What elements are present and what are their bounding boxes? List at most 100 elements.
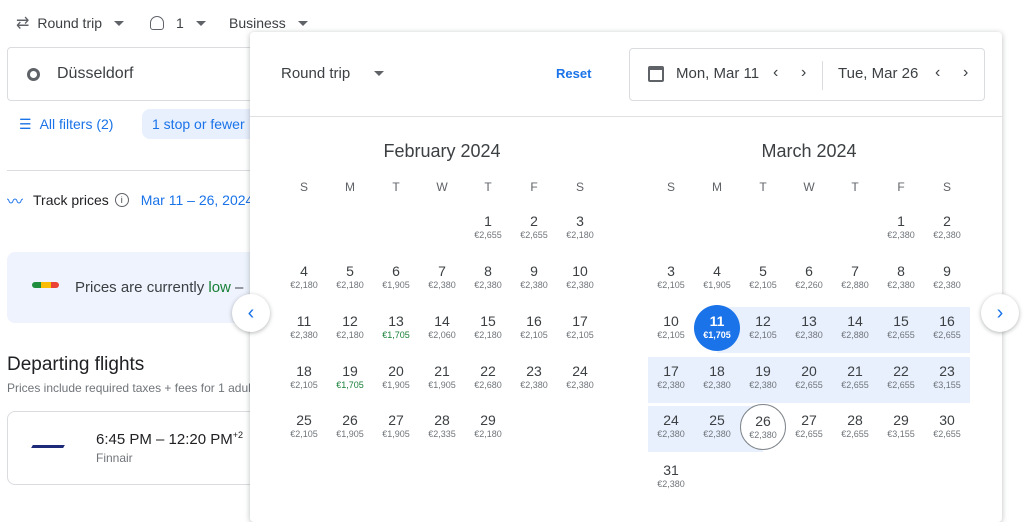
chevron-left-icon: ‹ — [247, 301, 255, 324]
calendar-day[interactable]: 14 €2,060 — [419, 305, 465, 351]
calendar-day[interactable]: 18 €2,105 — [281, 355, 327, 401]
calendar-day[interactable]: 9 €2,380 — [511, 255, 557, 301]
calendar-day[interactable]: 8 €2,380 — [878, 255, 924, 301]
day-number: 13 — [801, 313, 817, 329]
calendar-day[interactable]: 24 €2,380 — [557, 355, 603, 401]
flight-times: 6:45 PM – 12:20 PM+2 — [96, 430, 243, 448]
return-date-input[interactable]: Tue, Mar 26 — [838, 65, 918, 82]
calendar-day[interactable]: 18 €2,380 — [694, 355, 740, 401]
calendar-day[interactable]: 16 €2,105 — [511, 305, 557, 351]
passengers-select[interactable]: 1 — [150, 13, 206, 33]
trip-type-select[interactable]: ⇄ Round trip — [16, 13, 124, 33]
calendar-day[interactable]: 17 €2,105 — [557, 305, 603, 351]
calendar-day[interactable]: 6 €2,260 — [786, 255, 832, 301]
calendar-day-selected-end[interactable]: 26 €2,380 — [740, 404, 786, 450]
calendar-day[interactable]: 23 €2,380 — [511, 355, 557, 401]
calendar-day[interactable]: 26 €1,905 — [327, 404, 373, 450]
calendar-day[interactable]: 27 €2,655 — [786, 404, 832, 450]
all-filters-label: All filters (2) — [39, 116, 114, 132]
calendar-day[interactable]: 21 €1,905 — [419, 355, 465, 401]
calendar-day[interactable]: 20 €1,905 — [373, 355, 419, 401]
calendar-day[interactable]: 20 €2,655 — [786, 355, 832, 401]
calendar-day[interactable]: 7 €2,380 — [419, 255, 465, 301]
depart-prev-icon[interactable]: ‹ — [773, 64, 778, 82]
day-number: 27 — [801, 412, 817, 428]
banner-text: Prices are currently — [75, 279, 209, 296]
calendar-day[interactable]: 22 €2,680 — [465, 355, 511, 401]
calendar-day[interactable]: 30 €2,655 — [924, 404, 970, 450]
origin-input[interactable]: Düsseldorf — [7, 47, 267, 101]
calendar-day[interactable]: 22 €2,655 — [878, 355, 924, 401]
calendar-day[interactable]: 7 €2,880 — [832, 255, 878, 301]
calendar-day[interactable]: 24 €2,380 — [648, 404, 694, 450]
flight-card[interactable]: 6:45 PM – 12:20 PM+2 Finnair — [7, 411, 267, 485]
calendar-day[interactable]: 25 €2,380 — [694, 404, 740, 450]
day-number: 26 — [755, 413, 771, 429]
depart-date-input[interactable]: Mon, Mar 11 — [676, 65, 759, 82]
day-price: €2,380 — [566, 380, 594, 390]
day-price: €1,905 — [382, 280, 410, 290]
return-next-icon[interactable]: › — [963, 64, 968, 82]
calendar-day[interactable]: 9 €2,380 — [924, 255, 970, 301]
calendar-day[interactable]: 23 €3,155 — [924, 355, 970, 401]
day-number: 27 — [388, 412, 404, 428]
day-price: €2,105 — [749, 330, 777, 340]
calendar-day[interactable]: 2 €2,655 — [511, 205, 557, 251]
calendar-day[interactable]: 17 €2,380 — [648, 355, 694, 401]
track-prices-label: Track prices — [33, 192, 109, 208]
calendar-day[interactable]: 8 €2,380 — [465, 255, 511, 301]
calendar-day[interactable]: 4 €2,180 — [281, 255, 327, 301]
return-prev-icon[interactable]: ‹ — [935, 64, 940, 82]
calendar-day[interactable]: 12 €2,180 — [327, 305, 373, 351]
day-number: 23 — [526, 363, 542, 379]
calendar-day[interactable]: 11 €2,380 — [281, 305, 327, 351]
day-number: 9 — [943, 263, 951, 279]
calendar-day[interactable]: 2 €2,380 — [924, 205, 970, 251]
calendar-day-selected-start[interactable]: 11 €1,705 — [694, 305, 740, 351]
calendar-day[interactable]: 16 €2,655 — [924, 305, 970, 351]
prev-month-button[interactable]: ‹ — [232, 294, 270, 332]
day-price: €1,905 — [703, 280, 731, 290]
calendar-day[interactable]: 5 €2,105 — [740, 255, 786, 301]
calendar-day[interactable]: 3 €2,180 — [557, 205, 603, 251]
calendar-day[interactable]: 28 €2,655 — [832, 404, 878, 450]
calendar-day[interactable]: 31 €2,380 — [648, 454, 694, 500]
calendar-day[interactable]: 6 €1,905 — [373, 255, 419, 301]
day-number: 17 — [663, 363, 679, 379]
calendar-day[interactable]: 19 €2,380 — [740, 355, 786, 401]
calendar-day[interactable]: 15 €2,655 — [878, 305, 924, 351]
info-icon[interactable]: i — [114, 193, 129, 207]
next-month-button[interactable]: › — [981, 294, 1019, 332]
calendar-day[interactable]: 3 €2,105 — [648, 255, 694, 301]
calendar-day[interactable]: 13 €2,380 — [786, 305, 832, 351]
calendar-day[interactable]: 19 €1,705 — [327, 355, 373, 401]
calendar-day[interactable]: 4 €1,905 — [694, 255, 740, 301]
calendar-day[interactable]: 21 €2,655 — [832, 355, 878, 401]
airline-logo-icon — [31, 445, 65, 448]
calendar-day[interactable]: 28 €2,335 — [419, 404, 465, 450]
calendar-day[interactable]: 27 €1,905 — [373, 404, 419, 450]
day-number: 6 — [392, 263, 400, 279]
stops-filter-chip[interactable]: 1 stop or fewer — [142, 109, 262, 139]
calendar-day[interactable]: 12 €2,105 — [740, 305, 786, 351]
day-price: €2,380 — [520, 280, 548, 290]
track-dates[interactable]: Mar 11 – 26, 2024 — [141, 192, 254, 208]
day-price: €2,335 — [428, 429, 456, 439]
calendar-day[interactable]: 1 €2,380 — [878, 205, 924, 251]
price-insight-text: Prices are currently low – — [75, 279, 243, 296]
calendar-day[interactable]: 29 €2,180 — [465, 404, 511, 450]
cabin-select[interactable]: Business — [229, 13, 308, 33]
calendar-day[interactable]: 10 €2,380 — [557, 255, 603, 301]
calendar-day[interactable]: 1 €2,655 — [465, 205, 511, 251]
calendar-day[interactable]: 14 €2,880 — [832, 305, 878, 351]
calendar-day[interactable]: 10 €2,105 — [648, 305, 694, 351]
calendar-day[interactable]: 13 €1,705 — [373, 305, 419, 351]
reset-button[interactable]: Reset — [556, 66, 591, 81]
calendar-day[interactable]: 25 €2,105 — [281, 404, 327, 450]
dialog-trip-type-select[interactable]: Round trip — [281, 65, 385, 82]
calendar-day[interactable]: 15 €2,180 — [465, 305, 511, 351]
calendar-day[interactable]: 5 €2,180 — [327, 255, 373, 301]
calendar-day[interactable]: 29 €3,155 — [878, 404, 924, 450]
depart-next-icon[interactable]: › — [801, 64, 806, 82]
all-filters-button[interactable]: ☰ All filters (2) — [19, 116, 113, 133]
